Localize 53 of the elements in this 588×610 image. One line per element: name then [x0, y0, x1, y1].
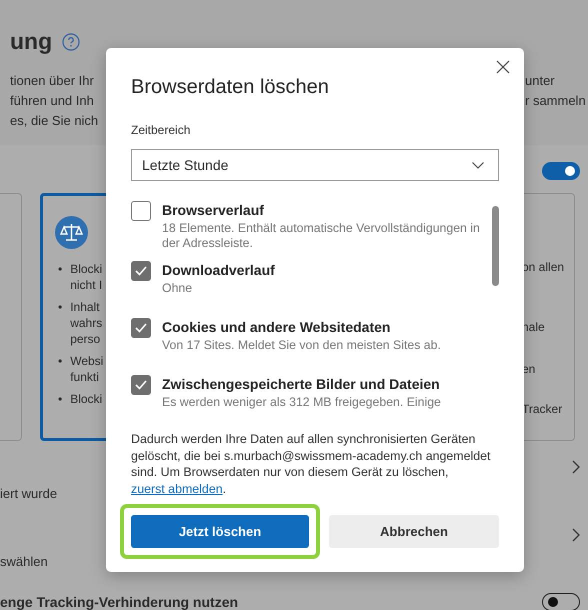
- field-label: Zeitbereich: [131, 123, 190, 137]
- bullet-text: Websi: [70, 353, 104, 369]
- clear-now-button[interactable]: Jetzt löschen: [131, 515, 309, 548]
- intro-text: r sammeln: [525, 92, 587, 110]
- close-icon[interactable]: [496, 60, 510, 74]
- checkbox[interactable]: [131, 375, 151, 395]
- bullet-text: Blocki: [70, 261, 102, 277]
- checkbox[interactable]: [131, 261, 151, 281]
- check-icon: [135, 266, 147, 276]
- intro-text: führen und Inh: [10, 92, 95, 110]
- time-range-dropdown[interactable]: Letzte Stunde: [131, 149, 499, 181]
- option-label: Zwischengespeicherte Bilder und Dateien: [162, 375, 441, 393]
- bullet-text: nicht I: [70, 277, 102, 293]
- caret-icon: [472, 162, 484, 168]
- scales-icon: [55, 216, 88, 249]
- intro-text: es, die Sie nich: [10, 112, 98, 130]
- page-heading: ung: [10, 28, 52, 55]
- sync-notice: Dadurch werden Ihre Daten auf allen synchronisierten Geräten gelöscht, die bei s.murbach@swissmem-academy.ch angemeldet sind. Um Browserdaten nur von diesem Gerät zu löschen, zuerst abmelden.: [131, 431, 492, 497]
- intro-text: unter: [525, 72, 556, 90]
- option-label: Cookies und andere Websitedaten: [162, 318, 392, 336]
- help-icon[interactable]: [62, 32, 80, 50]
- check-icon: [135, 323, 147, 333]
- bullet-mark: •: [58, 391, 62, 407]
- toggle-switch[interactable]: [542, 593, 580, 610]
- intro-text: tionen über Ihr: [10, 72, 95, 90]
- option-label: Downloadverlauf: [162, 261, 276, 279]
- setting-label: enge Tracking-Verhinderung nutzen: [0, 594, 238, 610]
- option-description: Von 17 Sites. Meldet Sie von den meisten Sites ab.: [162, 338, 442, 353]
- checkbox[interactable]: [131, 201, 151, 221]
- toggle-switch[interactable]: [542, 162, 580, 180]
- bullet-mark: •: [58, 353, 62, 370]
- option-description: Es werden weniger als 312 MB freigegeben. Einige: [162, 395, 442, 410]
- bullet-text: wahrs: [70, 315, 102, 331]
- scrollbar-thumb[interactable]: [492, 206, 499, 286]
- chevron-icon[interactable]: [572, 528, 580, 542]
- setting-label: swählen: [0, 554, 48, 571]
- dialog-title: Browserdaten löschen: [131, 76, 330, 99]
- bullet-mark: •: [58, 261, 62, 278]
- bullet-text: perso: [70, 331, 102, 347]
- card-text: Tracker: [522, 402, 564, 416]
- bullet-text: Inhalt: [70, 299, 101, 315]
- option-description: Ohne: [162, 281, 194, 296]
- setting-label: iert wurde: [0, 486, 58, 503]
- sign-out-link[interactable]: zuerst abmelden: [131, 482, 223, 496]
- bullet-text: funkti: [70, 369, 100, 385]
- cancel-button[interactable]: Abbrechen: [329, 515, 499, 548]
- bullet-mark: •: [58, 299, 62, 316]
- chevron-icon[interactable]: [572, 460, 580, 474]
- bullet-text: Blocki: [70, 391, 102, 407]
- checkbox[interactable]: [131, 318, 151, 338]
- option-label: Browserverlauf: [162, 201, 265, 219]
- option-description: 18 Elemente. Enthält automatische Vervollständigungen in der Adressleiste.: [162, 221, 481, 251]
- check-icon: [135, 380, 147, 390]
